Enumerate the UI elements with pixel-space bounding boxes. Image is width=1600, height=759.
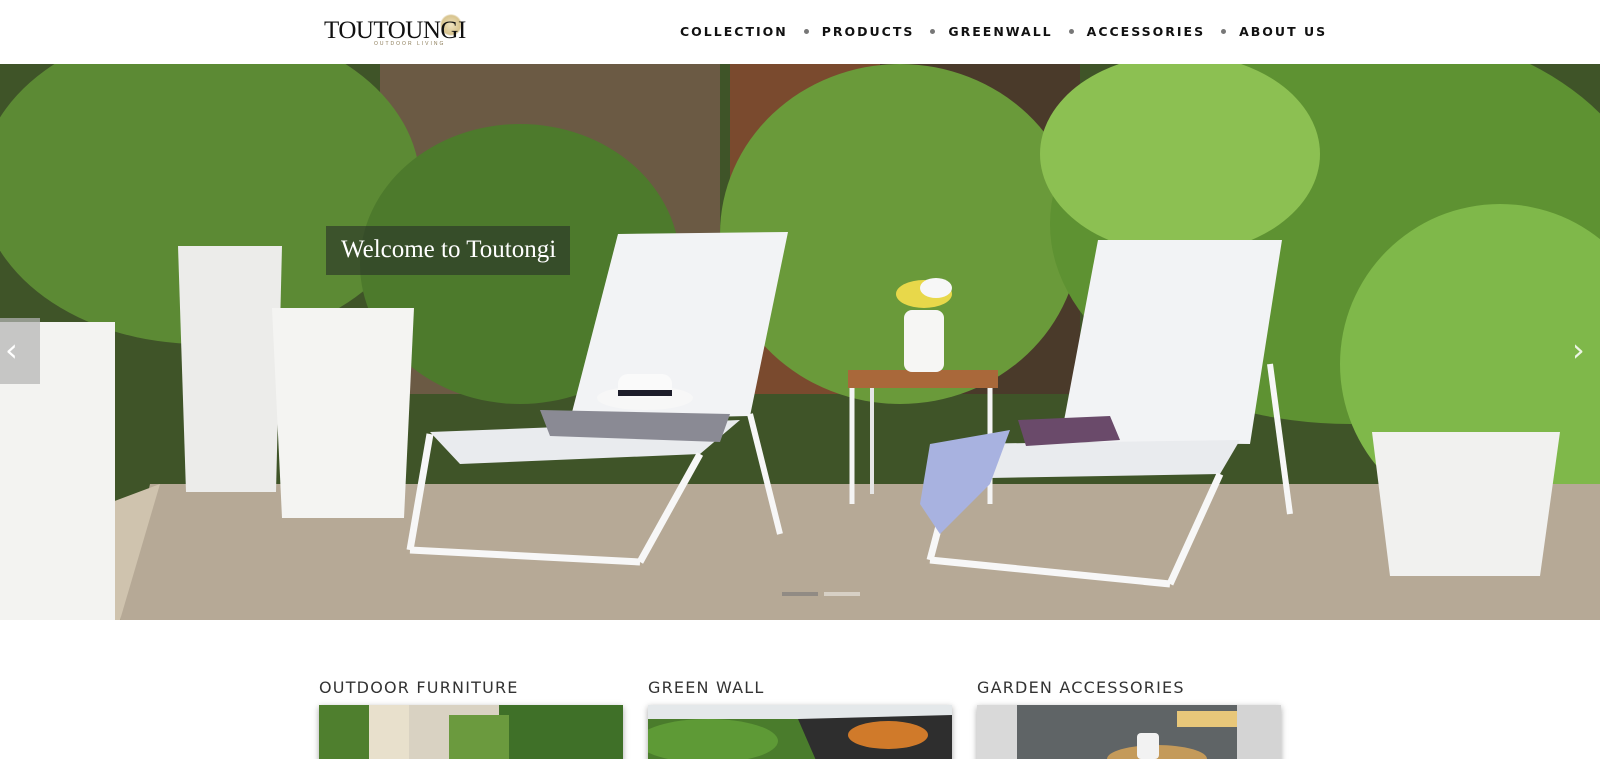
nav-separator-dot [1221,28,1227,34]
nav-item-collection[interactable]: COLLECTION [680,24,788,39]
logo-tagline: OUTDOOR LIVING [374,41,446,47]
category-card-outdoor-furniture[interactable]: OUTDOOR FURNITURE [319,678,623,759]
nav-item-greenwall[interactable]: GREENWALL [948,24,1052,39]
nav-item-about-us[interactable]: ABOUT US [1239,24,1327,39]
category-image[interactable] [977,705,1281,759]
slider-next-button[interactable]: › [1560,318,1600,384]
hero-caption: Welcome to Toutongi [326,226,571,275]
category-image[interactable] [648,705,952,759]
nav-separator-dot [803,28,809,34]
slider-pagination [782,592,860,596]
category-image[interactable] [319,705,623,759]
main-nav: COLLECTION PRODUCTS GREENWALL ACCESSORIE… [680,22,1327,40]
slider-dot[interactable] [824,592,860,596]
category-card-green-wall[interactable]: GREEN WALL [648,678,952,759]
site-logo[interactable]: TOUTOUNGI OUTDOOR LIVING [324,12,466,48]
category-title: OUTDOOR FURNITURE [319,678,519,697]
hero-slider: Welcome to Toutongi ‹ › [0,64,1600,620]
category-title: GARDEN ACCESSORIES [977,678,1185,697]
slider-prev-button[interactable]: ‹ [0,318,40,384]
slider-dot[interactable] [782,592,818,596]
chevron-right-icon: › [1572,331,1585,369]
nav-separator-dot [930,28,936,34]
category-title: GREEN WALL [648,678,765,697]
nav-separator-dot [1068,28,1074,34]
nav-item-accessories[interactable]: ACCESSORIES [1087,24,1205,39]
hero-image [0,64,1600,620]
chevron-left-icon: ‹ [5,331,18,369]
nav-item-products[interactable]: PRODUCTS [822,24,915,39]
site-header: TOUTOUNGI OUTDOOR LIVING COLLECTION PROD… [0,0,1600,64]
category-card-garden-accessories[interactable]: GARDEN ACCESSORIES [977,678,1281,759]
